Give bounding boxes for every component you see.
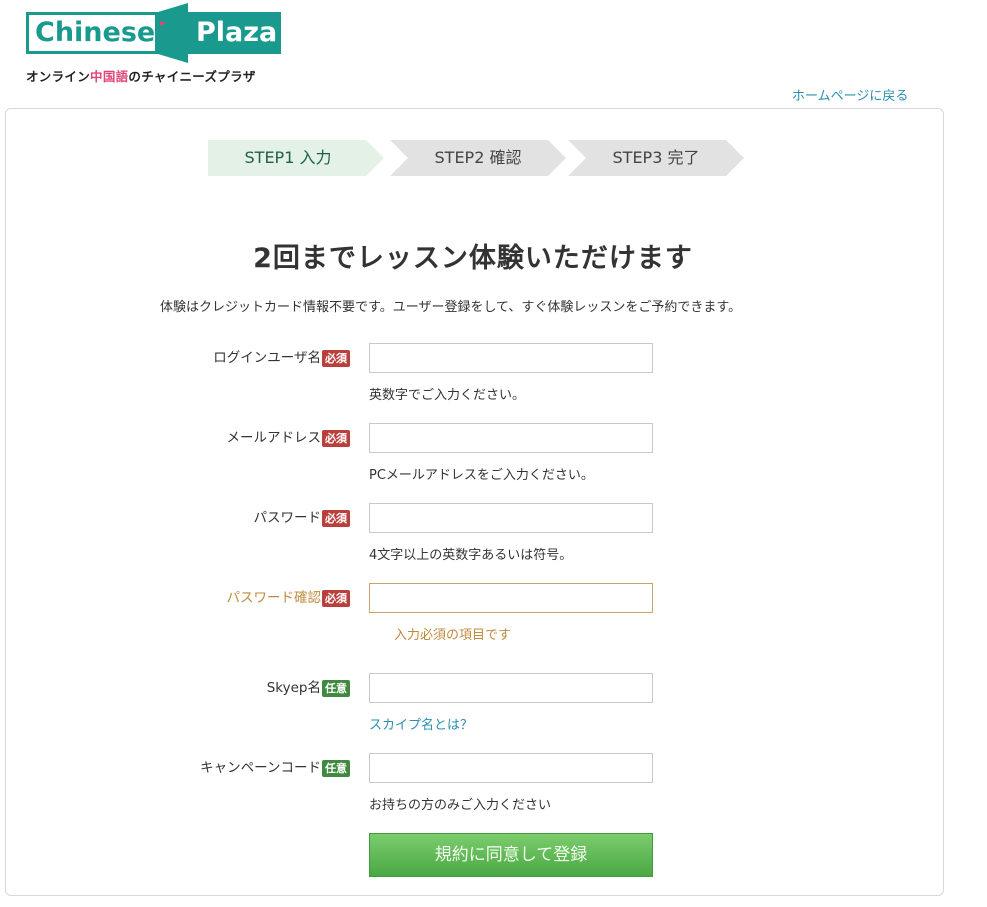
campaign-hint: お持ちの方のみご入力ください — [369, 798, 552, 813]
password-confirm-error: 入力必須の項目です — [394, 628, 512, 643]
campaign-label: キャンペーンコード 任意 — [150, 758, 350, 778]
site-logo[interactable]: Chinese Plaza — [26, 3, 281, 63]
password-input[interactable] — [369, 503, 653, 533]
step-3-complete: STEP3 完了 — [568, 140, 744, 176]
agree-and-register-button[interactable]: 規約に同意して登録 — [369, 833, 653, 877]
step-1-input: STEP1 入力 — [208, 140, 384, 176]
email-input[interactable] — [369, 423, 653, 453]
required-badge: 必須 — [322, 429, 350, 447]
site-tagline: オンライン中国語のチャイニーズプラザ — [26, 69, 256, 84]
email-label: メールアドレス 必須 — [150, 428, 350, 448]
email-hint: PCメールアドレスをご入力ください。 — [369, 468, 594, 483]
logo-text-plaza: Plaza — [186, 12, 281, 54]
campaign-code-input[interactable] — [369, 753, 653, 783]
skype-label: Skyep名 任意 — [150, 678, 350, 698]
password-label: パスワード 必須 — [150, 508, 350, 528]
password-confirm-input[interactable] — [369, 583, 653, 613]
required-badge: 必須 — [322, 589, 350, 607]
step-label: STEP3 完了 — [612, 148, 700, 167]
username-input[interactable] — [369, 343, 653, 373]
logo-text-chinese: Chinese — [26, 12, 158, 54]
password-hint: 4文字以上の英数字あるいは符号。 — [369, 548, 573, 563]
required-badge: 必須 — [322, 349, 350, 367]
skype-input[interactable] — [369, 673, 653, 703]
page-title: 2回までレッスン体験いただけます — [253, 243, 693, 274]
optional-badge: 任意 — [322, 759, 350, 777]
username-label: ログインユーザ名 必須 — [150, 348, 350, 368]
step-label: STEP2 確認 — [434, 148, 522, 167]
required-badge: 必須 — [322, 509, 350, 527]
step-label: STEP1 入力 — [244, 148, 332, 167]
home-link[interactable]: ホームページに戻る — [792, 85, 908, 104]
username-hint: 英数字でご入力ください。 — [369, 388, 526, 403]
skype-help-link[interactable]: スカイプ名とは？ — [369, 714, 473, 733]
page-description: 体験はクレジットカード情報不要です。ユーザー登録をして、すぐ体験レッスンをご予約… — [160, 300, 742, 315]
password-confirm-label: パスワード確認 必須 — [150, 588, 350, 608]
step-2-confirm: STEP2 確認 — [390, 140, 566, 176]
optional-badge: 任意 — [322, 679, 350, 697]
